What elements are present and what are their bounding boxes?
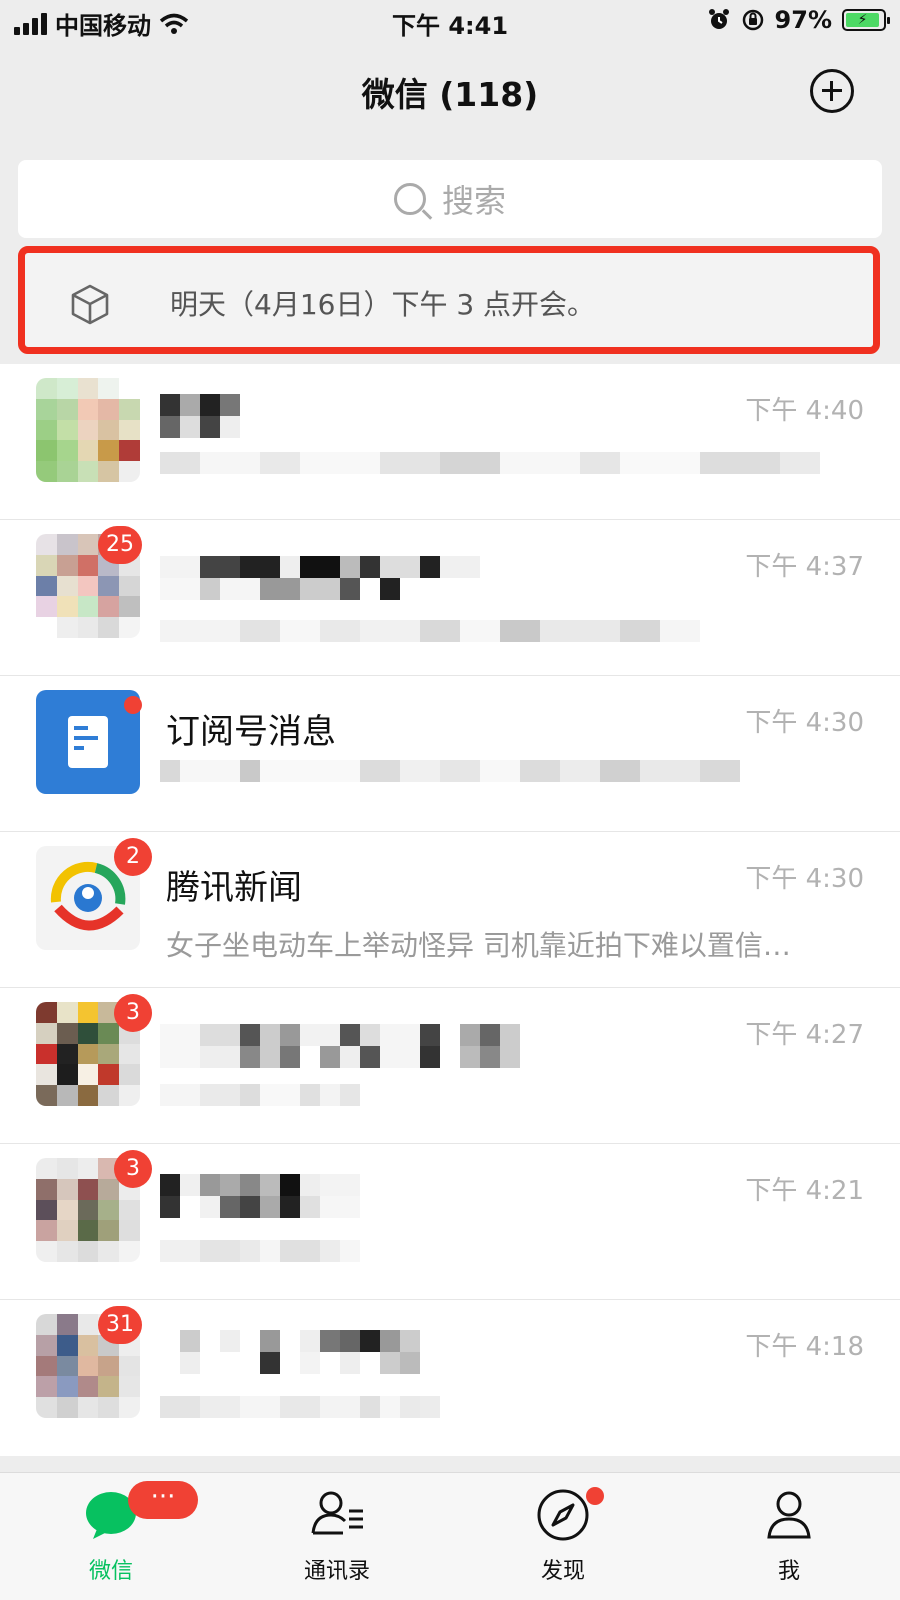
page-title: 微信 (118): [361, 75, 539, 114]
tab-label: 通讯录: [303, 1559, 370, 1584]
tab-contacts[interactable]: 通讯录: [262, 1487, 412, 1585]
chat-name-redacted: [160, 1330, 420, 1352]
chat-time: 下午 4:30: [745, 708, 864, 738]
reminder-text: 明天（4月16日）下午 3 点开会。: [170, 288, 596, 321]
chat-time: 下午 4:27: [745, 1020, 864, 1050]
chat-preview-redacted: [160, 1396, 440, 1418]
chat-time: 下午 4:30: [745, 864, 864, 894]
chat-name-redacted: [160, 1352, 420, 1374]
chat-name-redacted: [160, 394, 240, 416]
chat-name: 订阅号消息: [166, 712, 336, 752]
chat-name-redacted: [160, 1196, 360, 1218]
chat-item[interactable]: 订阅号消息 下午 4:30: [0, 676, 900, 832]
plus-circle-icon[interactable]: [810, 69, 854, 113]
avatar: [36, 378, 140, 482]
compass-icon: [537, 1489, 589, 1541]
unread-badge: 31: [98, 1306, 142, 1344]
unread-badge: 3: [114, 994, 152, 1032]
search-bar[interactable]: 搜索: [18, 160, 882, 238]
chat-time: 下午 4:37: [745, 552, 864, 582]
battery-icon: ⚡: [842, 9, 890, 31]
tab-label: 发现: [540, 1559, 585, 1584]
chat-time: 下午 4:21: [745, 1176, 864, 1206]
battery-percent: 97%: [774, 6, 832, 34]
chat-name-redacted: [160, 1046, 520, 1068]
chat-preview-redacted: [160, 760, 740, 782]
tab-label: 我: [777, 1559, 800, 1584]
chat-name-redacted: [160, 416, 240, 438]
rotation-lock-icon: [742, 9, 763, 31]
chat-preview-redacted: [160, 452, 820, 474]
chat-item[interactable]: 3 下午 4:21: [0, 1144, 900, 1300]
cube-icon: [71, 284, 109, 325]
tab-label: 微信: [88, 1559, 133, 1584]
chat-item[interactable]: 31 下午 4:18: [0, 1300, 900, 1456]
chat-name-redacted: [160, 556, 480, 578]
contacts-icon: [311, 1491, 363, 1535]
unread-badge: 3: [114, 1150, 152, 1188]
chat-preview-redacted: [160, 1240, 360, 1262]
search-icon: [393, 183, 426, 215]
chat-preview-redacted: [160, 1084, 360, 1106]
tab-discover[interactable]: 发现: [488, 1487, 638, 1585]
nav-header: 微信 (118): [0, 56, 900, 126]
unread-badge: 25: [98, 526, 142, 564]
chat-name-redacted: [160, 578, 400, 600]
status-bar: 中国移动 下午 4:41 97% ⚡: [0, 0, 900, 44]
discover-dot: [586, 1487, 604, 1505]
chat-item[interactable]: 25 下午 4:37: [0, 520, 900, 676]
status-right: 97% ⚡: [707, 6, 890, 34]
chat-item[interactable]: 3 下午 4:27: [0, 988, 900, 1144]
chat-name: 腾讯新闻: [166, 868, 302, 908]
unread-badge: 2: [114, 838, 152, 876]
person-icon: [767, 1491, 811, 1539]
tab-me[interactable]: 我: [714, 1487, 864, 1585]
unread-dot: [124, 696, 142, 714]
chat-preview-redacted: [160, 620, 700, 642]
chat-list: 下午 4:40 25 下午 4:37 订阅号消息 下午 4:30 2 腾讯新闻 …: [0, 364, 900, 1456]
chat-preview: 女子坐电动车上举动怪异 司机靠近拍下难以置信…: [166, 929, 791, 962]
chat-name-redacted: [160, 1174, 360, 1196]
chat-time: 下午 4:18: [745, 1332, 864, 1362]
chats-more-badge: ···: [128, 1481, 198, 1519]
tab-bar: 微信 ··· 通讯录 发现 我: [0, 1472, 900, 1600]
chat-item[interactable]: 下午 4:40: [0, 364, 900, 520]
chat-time: 下午 4:40: [745, 396, 864, 426]
chat-name-redacted: [160, 1024, 520, 1046]
chat-item[interactable]: 2 腾讯新闻 下午 4:30 女子坐电动车上举动怪异 司机靠近拍下难以置信…: [0, 832, 900, 988]
alarm-icon: [708, 9, 729, 29]
search-placeholder: 搜索: [441, 182, 506, 220]
reminder-banner[interactable]: 明天（4月16日）下午 3 点开会。: [18, 246, 880, 354]
